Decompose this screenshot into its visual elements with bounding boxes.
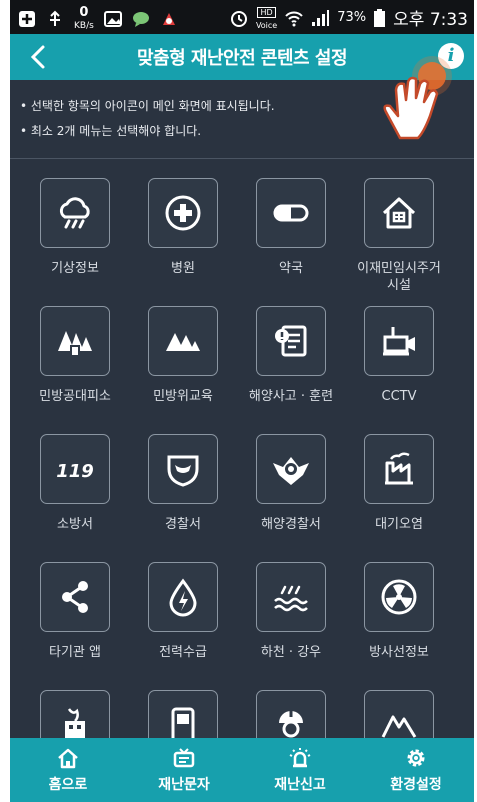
gear-icon xyxy=(407,749,425,767)
weather-cloud-icon xyxy=(59,197,90,229)
content-grid: 기상정보 병원 약국 이재민임시주거시설 민방공대피소 민방위교육 해양사고 ·… xyxy=(10,158,474,738)
river-waves-icon xyxy=(274,585,308,612)
hd-icon: HD xyxy=(257,7,276,18)
share-icon xyxy=(62,581,88,613)
chat-icon xyxy=(132,11,149,27)
alarm-icon xyxy=(230,10,247,27)
power-drop-icon xyxy=(169,578,197,617)
tile-label: 약국 xyxy=(279,261,303,276)
notice-line-2: • 최소 2개 메뉴는 선택해야 합니다. xyxy=(20,124,202,138)
tile-label: 방사선정보 xyxy=(369,645,429,660)
tile-box xyxy=(148,690,218,738)
tile-label-line2: 시설 xyxy=(387,278,411,293)
police-badge-icon xyxy=(167,455,199,487)
clock: 오후 7:33 xyxy=(393,10,468,30)
marine-accident-icon xyxy=(275,325,307,357)
app-icon xyxy=(162,12,175,25)
tile-label: 전력수급 xyxy=(159,645,207,660)
tile-label: 이재민임시주거시설 xyxy=(344,260,454,294)
app-screen: 0 KB/s HD Voice 73% 오후 7:33 맞춤형 재난안전 콘텐츠… xyxy=(10,0,474,802)
siren-icon xyxy=(289,748,311,768)
net-speed-value: 0 xyxy=(79,5,89,20)
tile-label-line1: 이재민임시주거 xyxy=(357,261,441,276)
tile-label: 병원 xyxy=(171,261,195,276)
119-icon: 119 xyxy=(56,461,94,482)
tile-label: 해양사고 · 훈련 xyxy=(248,389,334,404)
cctv-camera-icon xyxy=(383,327,415,356)
tile-label: 하천 · 강우 xyxy=(260,645,322,660)
nav-disaster-report[interactable]: 재난신고 xyxy=(242,738,358,802)
status-bar: 0 KB/s HD Voice 73% 오후 7:33 xyxy=(10,0,474,34)
tile-label: 대기오염 xyxy=(375,517,423,532)
tile-label: 해양경찰서 xyxy=(261,517,321,532)
mountain-fire-icon xyxy=(381,715,417,738)
usb-icon xyxy=(50,10,60,26)
tile-box xyxy=(256,306,326,376)
tile-box xyxy=(40,562,110,632)
tile-label: CCTV xyxy=(381,389,417,404)
tile-label: 민방위교육 xyxy=(153,389,213,404)
message-tv-icon xyxy=(173,748,195,768)
tile-box xyxy=(40,690,110,738)
house-icon xyxy=(382,197,416,229)
pill-icon xyxy=(273,204,309,222)
bottom-nav: 홈으로 재난문자 재난신고 환경설정 xyxy=(10,738,474,802)
tile-label: 민방공대피소 xyxy=(39,389,111,404)
tile-box xyxy=(256,434,326,504)
signal-icon xyxy=(312,9,330,26)
tile-label: 기상정보 xyxy=(51,261,99,276)
image-icon xyxy=(103,10,122,27)
notice-line-1: • 선택한 항목의 아이콘이 메인 화면에 표시됩니다. xyxy=(20,99,275,113)
tile-box xyxy=(40,306,110,376)
mountain-icon xyxy=(166,333,200,351)
battery-icon xyxy=(374,8,386,27)
tap-hand-icon xyxy=(383,56,452,140)
nav-label: 재난문자 xyxy=(158,777,210,793)
tile-box xyxy=(364,434,434,504)
tile-box xyxy=(40,178,110,248)
radiation-icon xyxy=(381,579,417,615)
building-fire-icon xyxy=(65,708,85,738)
tile-box xyxy=(364,178,434,248)
coast-guard-emblem-icon xyxy=(273,457,309,485)
factory-icon xyxy=(385,452,413,485)
tile-label: 소방서 xyxy=(57,517,93,532)
home-icon xyxy=(58,748,78,769)
device-icon xyxy=(171,707,195,738)
tile-box xyxy=(256,690,326,738)
nav-settings[interactable]: 환경설정 xyxy=(358,738,474,802)
tile-box: 119 xyxy=(40,434,110,504)
wifi-icon xyxy=(285,11,303,26)
voice-label: Voice xyxy=(255,21,278,30)
tile-box xyxy=(256,178,326,248)
nav-label: 홈으로 xyxy=(48,777,88,793)
tile-box xyxy=(148,434,218,504)
tile-box xyxy=(364,690,434,738)
nav-label: 환경설정 xyxy=(390,777,442,793)
shelter-icon xyxy=(58,331,92,355)
tile-label: 타기관 앱 xyxy=(49,645,101,660)
tile-box xyxy=(148,306,218,376)
tile-box xyxy=(148,178,218,248)
add-icon xyxy=(19,10,35,27)
tile-box xyxy=(364,562,434,632)
helmet-person-icon xyxy=(279,711,303,738)
tile-label: 경찰서 xyxy=(165,517,201,532)
tile-box xyxy=(148,562,218,632)
nav-label: 재난신고 xyxy=(274,777,326,793)
svg-text:119: 119 xyxy=(56,461,94,482)
net-speed-unit: KB/s xyxy=(74,21,94,31)
nav-home[interactable]: 홈으로 xyxy=(10,738,126,802)
nav-disaster-message[interactable]: 재난문자 xyxy=(126,738,242,802)
battery-percent: 73% xyxy=(337,10,367,25)
tile-box xyxy=(256,562,326,632)
hospital-cross-icon xyxy=(165,195,201,231)
tile-box xyxy=(364,306,434,376)
